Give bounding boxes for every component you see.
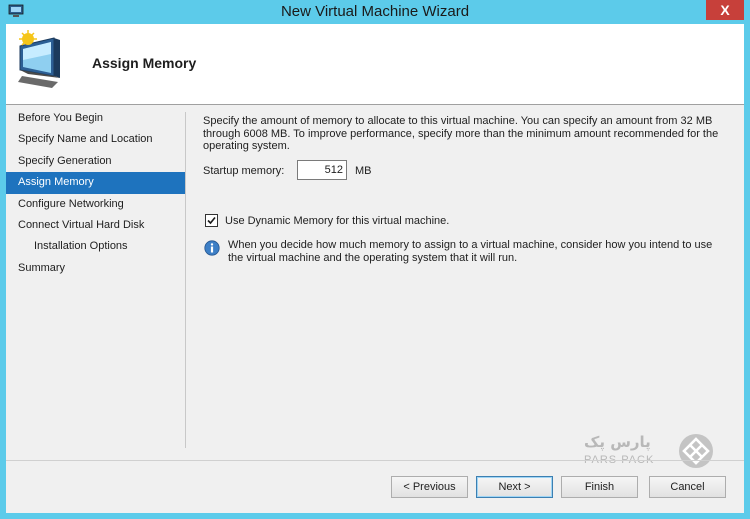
- cancel-button[interactable]: Cancel: [649, 476, 726, 498]
- nav-item-specify-generation[interactable]: Specify Generation: [6, 151, 186, 172]
- wizard-header: Assign Memory: [6, 24, 744, 105]
- info-text: When you decide how much memory to assig…: [228, 239, 713, 264]
- startup-memory-label: Startup memory:: [203, 165, 285, 177]
- dynamic-memory-label[interactable]: Use Dynamic Memory for this virtual mach…: [225, 215, 449, 227]
- title-bar[interactable]: New Virtual Machine Wizard X: [0, 0, 750, 24]
- pars-pack-logo-icon: [679, 434, 713, 468]
- nav-item-assign-memory[interactable]: Assign Memory: [6, 172, 186, 194]
- finish-button[interactable]: Finish: [561, 476, 638, 498]
- startup-memory-input[interactable]: 512: [297, 160, 347, 180]
- memory-info-note: When you decide how much memory to assig…: [203, 239, 723, 265]
- wizard-client-area: Assign Memory Before You Begin Specify Na…: [6, 24, 744, 513]
- previous-button[interactable]: < Previous: [391, 476, 468, 498]
- page-title: Assign Memory: [92, 55, 197, 71]
- next-button[interactable]: Next >: [476, 476, 553, 498]
- dynamic-memory-checkbox[interactable]: [205, 214, 218, 227]
- watermark-persian: پارس پک: [584, 433, 651, 451]
- assign-memory-panel: Specify the amount of memory to allocate…: [203, 115, 733, 264]
- nav-item-installation-options[interactable]: Installation Options: [6, 236, 186, 257]
- checkmark-icon: [207, 216, 216, 225]
- pars-pack-watermark: پارس پک Pars Pack: [584, 429, 714, 479]
- startup-memory-unit: MB: [355, 165, 372, 177]
- wizard-window: New Virtual Machine Wizard X Assign Memo…: [0, 0, 750, 519]
- memory-description: Specify the amount of memory to allocate…: [203, 115, 719, 152]
- window-title: New Virtual Machine Wizard: [280, 3, 470, 20]
- nav-item-summary[interactable]: Summary: [6, 258, 186, 279]
- close-button[interactable]: X: [706, 0, 744, 20]
- nav-item-before-you-begin[interactable]: Before You Begin: [6, 108, 186, 129]
- nav-item-connect-virtual-hard-disk[interactable]: Connect Virtual Hard Disk: [6, 215, 186, 236]
- nav-item-specify-name-and-location[interactable]: Specify Name and Location: [6, 129, 186, 150]
- button-bar-divider: [6, 460, 744, 461]
- nav-divider: [185, 112, 186, 448]
- wizard-steps-nav: Before You Begin Specify Name and Locatio…: [6, 108, 186, 279]
- nav-item-configure-networking[interactable]: Configure Networking: [6, 194, 186, 215]
- info-icon: [204, 240, 220, 256]
- new-vm-wizard-icon: [18, 30, 60, 88]
